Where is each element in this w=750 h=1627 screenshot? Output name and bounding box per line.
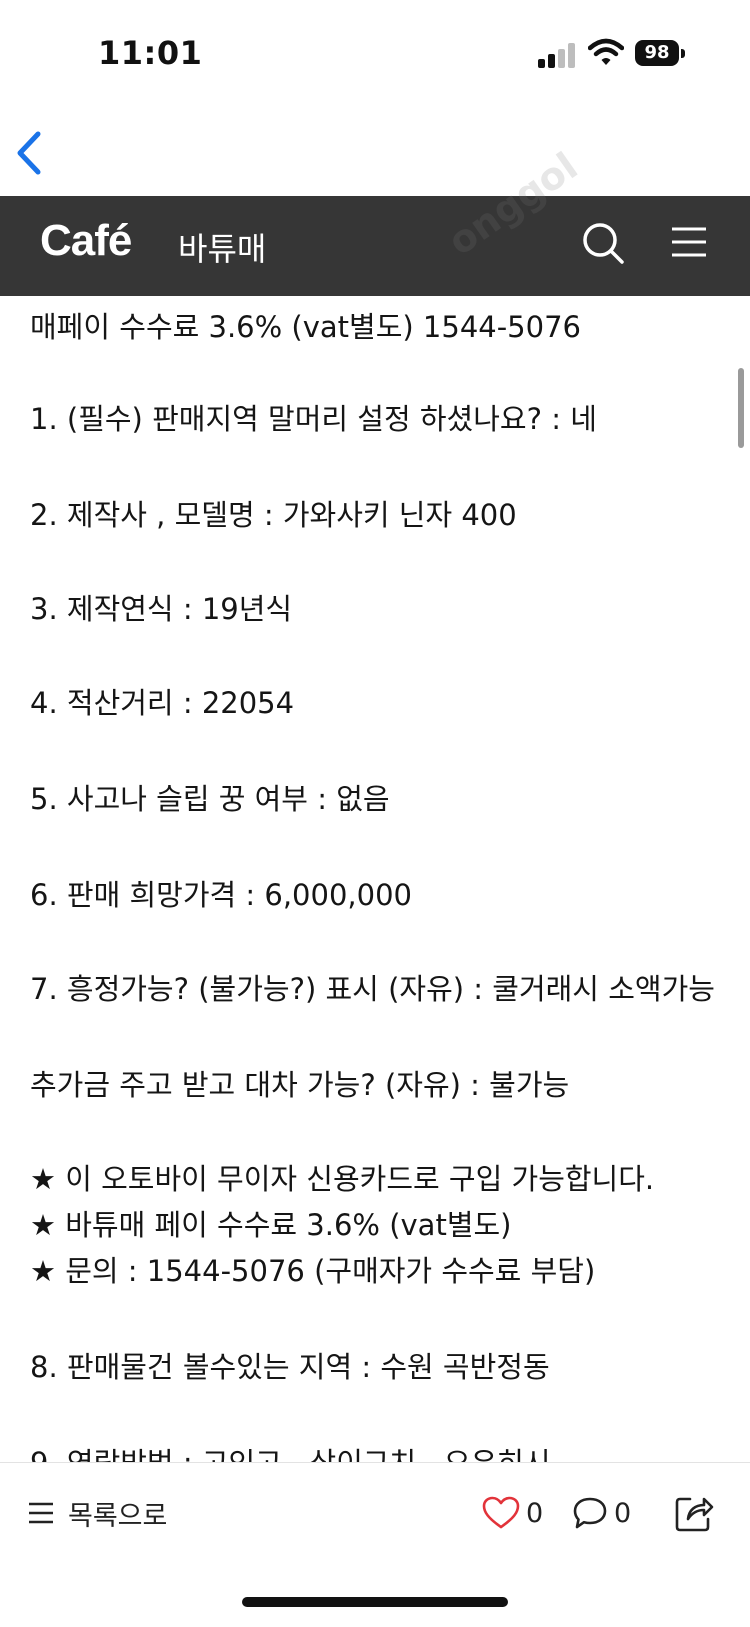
scrollbar[interactable] (738, 368, 744, 448)
status-bar: 11:01 98 (0, 0, 750, 110)
search-icon[interactable] (580, 220, 626, 266)
heart-icon (482, 1496, 520, 1529)
post-line: 9. 연락방법 : 고인고 , 상이그치 , 오우히시 (30, 1446, 551, 1464)
cellular-signal-icon (538, 42, 576, 68)
comment-count: 0 (614, 1497, 632, 1529)
menu-icon[interactable] (670, 224, 708, 260)
post-line: 7. 흥정가능? (불가능?) 표시 (자유) : 쿨거래시 소액가능 (30, 972, 715, 1006)
cafe-logo[interactable]: Café (40, 216, 132, 266)
wifi-icon (588, 38, 624, 65)
post-line: 6. 판매 희망가격 : 6,000,000 (30, 878, 412, 912)
back-to-list-button[interactable]: 목록으로 (28, 1493, 167, 1533)
battery-icon: 98 (635, 40, 687, 68)
like-count: 0 (526, 1497, 544, 1529)
back-to-list-label: 목록으로 (68, 1500, 168, 1532)
cafe-header: Café 바튜매 (0, 196, 750, 296)
post-content: 매페이 수수료 3.6% (vat별도) 1544-5076 1. (필수) 판… (0, 296, 750, 1464)
post-line: 매페이 수수료 3.6% (vat별도) 1544-5076 (30, 310, 581, 344)
list-icon (29, 1502, 53, 1524)
comment-icon (573, 1497, 607, 1529)
post-line: 5. 사고나 슬립 꿍 여부 : 없음 (30, 782, 390, 816)
post-line: 2. 제작사 , 모델명 : 가와사키 닌자 400 (30, 498, 517, 532)
bottom-toolbar: 목록으로 0 0 (0, 1462, 750, 1627)
post-line: ★ 이 오토바이 무이자 신용카드로 구입 가능합니다. (30, 1162, 655, 1196)
comment-button[interactable]: 0 (572, 1491, 631, 1535)
post-line: ★ 문의 : 1544-5076 (구매자가 수수료 부담) (30, 1254, 596, 1288)
share-icon[interactable] (674, 1489, 714, 1533)
back-chevron-icon[interactable] (10, 128, 50, 178)
status-time: 11:01 (98, 34, 203, 72)
post-line: 추가금 주고 받고 대차 가능? (자유) : 불가능 (30, 1068, 570, 1102)
battery-level: 98 (635, 40, 679, 66)
post-line: 8. 판매물건 볼수있는 지역 : 수원 곡반정동 (30, 1350, 550, 1384)
post-line: 3. 제작연식 : 19년식 (30, 592, 293, 626)
post-line: 4. 적산거리 : 22054 (30, 686, 295, 720)
post-line: ★ 바튜매 페이 수수료 3.6% (vat별도) (30, 1208, 512, 1242)
post-line: 1. (필수) 판매지역 말머리 설정 하셨나요? : 네 (30, 402, 597, 436)
cafe-name[interactable]: 바튜매 (178, 224, 266, 270)
home-indicator[interactable] (242, 1597, 508, 1607)
like-button[interactable]: 0 (482, 1491, 543, 1535)
